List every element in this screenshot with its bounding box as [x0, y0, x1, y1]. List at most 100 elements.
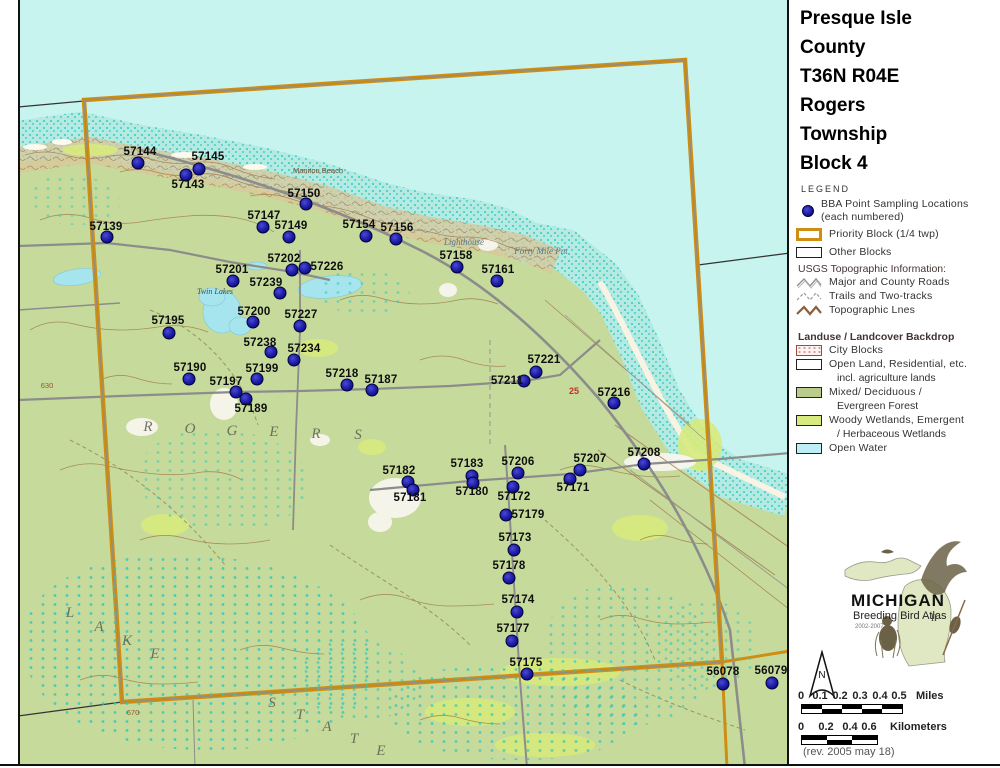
map-text-label: E	[150, 646, 159, 663]
bba-point-label: 57161	[482, 265, 515, 276]
legend-roads-row: Major and County Roads	[796, 276, 950, 289]
woody-wetlands-label: Woody Wetlands, Emergent	[829, 414, 964, 427]
logo-numeral: II	[931, 613, 937, 623]
bba-point-label: 57227	[285, 310, 318, 321]
bba-point	[193, 163, 206, 176]
bba-point	[294, 320, 307, 333]
bba-point	[183, 373, 196, 386]
map-text-label: E	[269, 424, 278, 441]
bba-point-label: 57149	[275, 221, 308, 232]
legend-trails-row: Trails and Two-tracks	[796, 290, 932, 303]
legend-bba-label: BBA Point Sampling Locations (each numbe…	[821, 198, 968, 223]
map-text-label: G	[227, 423, 238, 440]
title-line: T36N R04E	[790, 62, 912, 91]
bba-point-label: 57218	[326, 369, 359, 380]
map-text-label: 25	[569, 386, 579, 396]
miles-scale-bar	[801, 704, 903, 714]
bba-point	[451, 261, 464, 274]
bba-point-label: 57174	[502, 595, 535, 606]
map-text-label: Twin Lakes	[197, 287, 233, 296]
bba-point-label: 57158	[440, 251, 473, 262]
map-text-label: 670	[127, 708, 140, 717]
bba-point-label: 57171	[557, 483, 590, 494]
map-text-label: 630	[41, 381, 54, 390]
bba-point-label: 57183	[451, 459, 484, 470]
bba-point-label: 57197	[210, 377, 243, 388]
hawk-icon	[921, 541, 967, 594]
mixed-forest-label2: Evergreen Forest	[837, 400, 918, 412]
city-blocks-swatch	[796, 345, 822, 356]
open-land-label: Open Land, Residential, etc.	[829, 358, 967, 371]
bba-point-label: 57226	[311, 262, 344, 273]
map-text-label: Manitou Beach	[293, 166, 343, 175]
bba-point-label: 56078	[707, 667, 740, 678]
usgs-heading: USGS Topographic Information:	[798, 263, 946, 275]
title-line: Township	[790, 120, 912, 149]
roads-line-icon	[796, 276, 822, 289]
bba-point	[132, 157, 145, 170]
title-line: Rogers	[790, 91, 912, 120]
bba-point	[503, 572, 516, 585]
map-text-label: A	[94, 619, 103, 636]
bba-point-label: 57145	[192, 152, 225, 163]
bba-point-label: 57182	[383, 466, 416, 477]
legend-openland-row: Open Land, Residential, etc.	[796, 358, 967, 371]
michigan-up-shape	[845, 558, 921, 581]
legend-woody-row: Woody Wetlands, Emergent	[796, 414, 964, 427]
bba-point-label: 57178	[493, 561, 526, 572]
bba-point	[283, 231, 296, 244]
small-flying-bird-icon	[881, 550, 894, 554]
other-blocks-label: Other Blocks	[829, 246, 892, 259]
bba-point	[491, 275, 504, 288]
bba-point	[512, 467, 525, 480]
legend-city-row: City Blocks	[796, 344, 883, 357]
bba-point-label: 57181	[394, 493, 427, 504]
bba-point	[530, 366, 543, 379]
km-tick: 0.6	[861, 721, 876, 733]
map-sheet: Manitou BeachLighthouseForty Mile PntTwi…	[0, 0, 1000, 768]
mixed-forest-label: Mixed/ Deciduous /	[829, 386, 922, 399]
map-neatline-left	[18, 0, 20, 766]
logo-years: 2002-2007	[855, 624, 884, 630]
open-water-label: Open Water	[829, 442, 887, 455]
open-water-swatch	[796, 443, 822, 454]
map-neatline-bottom	[0, 764, 1000, 766]
legend-mixed-row: Mixed/ Deciduous /	[796, 386, 922, 399]
bba-point	[288, 354, 301, 367]
mi-tick: 0.2	[832, 690, 847, 702]
bba-point-label: 57177	[497, 624, 530, 635]
legend-panel: Presque Isle County T36N R04E Rogers Tow…	[790, 0, 1000, 768]
title-line: Presque Isle	[790, 4, 912, 33]
bba-point-label: 57216	[598, 388, 631, 399]
bba-point	[390, 233, 403, 246]
title-line: Block 4	[790, 149, 912, 178]
map-title: Presque Isle County T36N R04E Rogers Tow…	[790, 4, 912, 178]
map-text-label: O	[185, 421, 196, 438]
map-text-label: E	[376, 743, 385, 760]
trails-line-icon	[796, 290, 822, 303]
map-text-label: A	[322, 719, 331, 736]
bba-point	[227, 275, 240, 288]
bba-point-label: 56079	[755, 666, 788, 677]
topo-label: Topographic Lnes	[829, 304, 915, 317]
woody-wetlands-swatch	[796, 415, 822, 426]
bba-point	[163, 327, 176, 340]
bba-point-label: 57211	[491, 376, 523, 387]
bba-point-label: 57207	[574, 454, 607, 465]
bba-point-label: 57180	[456, 487, 489, 498]
bba-point	[506, 635, 519, 648]
trails-label: Trails and Two-tracks	[829, 290, 932, 303]
km-tick: 0.4	[842, 721, 857, 733]
legend-other-row: Other Blocks	[796, 246, 892, 259]
woody-wetlands-label2: / Herbaceous Wetlands	[837, 428, 946, 440]
bba-point	[511, 606, 524, 619]
bba-point	[286, 264, 299, 277]
mi-tick: 0	[798, 690, 804, 702]
bba-point-label: 57144	[124, 147, 157, 158]
bba-point-label: 57154	[343, 220, 376, 231]
bba-point-label: 57175	[510, 658, 543, 669]
bba-point-label: 57190	[174, 363, 207, 374]
bba-point-label: 57221	[528, 355, 561, 366]
bba-point	[341, 379, 354, 392]
bba-point-label: 57139	[90, 222, 123, 233]
